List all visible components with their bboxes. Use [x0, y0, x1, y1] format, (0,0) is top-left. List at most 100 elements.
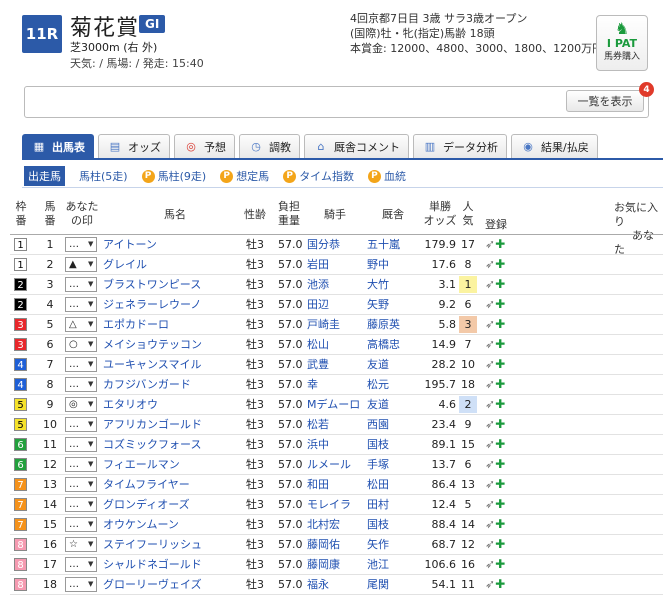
register-horse-icon[interactable]: ➶✚: [485, 255, 505, 274]
horse-name-link[interactable]: エタリオウ: [103, 395, 158, 414]
carried-weight: 57.0: [278, 238, 303, 251]
horse-name-link[interactable]: ジェネラーレウーノ: [103, 295, 201, 314]
popularity: 6: [464, 298, 472, 311]
race-meta-line: 4回京都7日目 3歳 サラ3歳オープン: [350, 12, 528, 25]
jockey-link[interactable]: 岩田: [307, 255, 329, 274]
trainer-link[interactable]: 国枝: [367, 435, 389, 454]
main-tabs: ▦ 出馬表 ▤ オッズ ◎ 予想 ◷ 調教 ⌂ 厩舎コメント ▥ データ分析 ◉ 結果/払戻: [22, 134, 598, 158]
trainer-link[interactable]: 松元: [367, 375, 389, 394]
jockey-link[interactable]: 戸崎圭: [307, 315, 340, 334]
tab-5[interactable]: ▥ データ分析: [413, 134, 507, 158]
subtab-0[interactable]: 出走馬: [24, 166, 65, 186]
jockey-link[interactable]: 北村宏: [307, 515, 340, 534]
horse-name-link[interactable]: カフジバンガード: [103, 375, 191, 394]
jockey-link[interactable]: 松若: [307, 415, 329, 434]
jockey-link[interactable]: 国分恭: [307, 235, 340, 254]
horse-name-link[interactable]: ユーキャンスマイル: [103, 355, 201, 374]
trainer-link[interactable]: 矢作: [367, 535, 389, 554]
win-odds: 28.2: [431, 358, 457, 371]
horse-name-link[interactable]: グロンディオーズ: [103, 495, 190, 514]
horse-name-link[interactable]: タイムフライヤー: [103, 475, 190, 494]
jockey-link[interactable]: 福永: [307, 575, 329, 594]
jockey-link[interactable]: 田辺: [307, 295, 329, 314]
jockey-link[interactable]: 藤岡佑: [307, 535, 340, 554]
horse-name-link[interactable]: エポカドーロ: [103, 315, 169, 334]
jockey-link[interactable]: モレイラ: [307, 495, 351, 514]
register-horse-icon[interactable]: ➶✚: [485, 275, 505, 294]
dropdown-arrow-icon: ▼: [88, 500, 94, 508]
register-horse-icon[interactable]: ➶✚: [485, 455, 505, 474]
trainer-link[interactable]: 松田: [367, 475, 389, 494]
trainer-link[interactable]: 友道: [367, 355, 389, 374]
jockey-link[interactable]: ルメール: [307, 455, 351, 474]
jockey-link[interactable]: Mデムーロ: [307, 395, 360, 414]
register-horse-icon[interactable]: ➶✚: [485, 515, 505, 534]
register-horse-icon[interactable]: ➶✚: [485, 235, 505, 254]
trainer-link[interactable]: 五十嵐: [367, 235, 400, 254]
trainer-link[interactable]: 大竹: [367, 275, 389, 294]
trainer-link[interactable]: 尾関: [367, 575, 389, 594]
horse-name-link[interactable]: グレイル: [103, 255, 147, 274]
register-horse-icon[interactable]: ➶✚: [485, 435, 505, 454]
trainer-link[interactable]: 西園: [367, 415, 389, 434]
subtab-5[interactable]: P 血統: [367, 168, 406, 184]
tab-2[interactable]: ◎ 予想: [174, 134, 235, 158]
jockey-link[interactable]: 幸: [307, 375, 318, 394]
col-waku: 枠番: [15, 200, 27, 227]
sex-age: 牡3: [246, 518, 264, 531]
trainer-link[interactable]: 国枝: [367, 515, 389, 534]
register-horse-icon[interactable]: ➶✚: [485, 535, 505, 554]
horse-number: 4: [46, 298, 54, 311]
trainer-link[interactable]: 高橋忠: [367, 335, 400, 354]
trainer-link[interactable]: 野中: [367, 255, 389, 274]
register-horse-icon[interactable]: ➶✚: [485, 555, 505, 574]
subtab-4[interactable]: P タイム指数: [283, 168, 354, 184]
jockey-link[interactable]: 浜中: [307, 435, 329, 454]
target-icon: ◎: [186, 140, 196, 153]
subtab-2[interactable]: P 馬柱(9走): [141, 168, 206, 184]
tab-label: 予想: [204, 140, 226, 154]
subtab-1[interactable]: 馬柱(5走): [79, 168, 128, 184]
register-horse-icon[interactable]: ➶✚: [485, 375, 505, 394]
register-horse-icon[interactable]: ➶✚: [485, 475, 505, 494]
register-horse-icon[interactable]: ➶✚: [485, 295, 505, 314]
trainer-link[interactable]: 藤原英: [367, 315, 400, 334]
horse-name-link[interactable]: ステイフーリッシュ: [103, 535, 202, 554]
horse-name-link[interactable]: フィエールマン: [103, 455, 180, 474]
horse-number: 6: [46, 338, 54, 351]
horse-name-link[interactable]: アフリカンゴールド: [103, 415, 202, 434]
horse-name-link[interactable]: グローリーヴェイズ: [103, 575, 202, 594]
register-horse-icon[interactable]: ➶✚: [485, 355, 505, 374]
register-horse-icon[interactable]: ➶✚: [485, 315, 505, 334]
tab-6[interactable]: ◉ 結果/払戻: [511, 134, 598, 158]
horse-name-link[interactable]: オウケンムーン: [103, 515, 179, 534]
trainer-link[interactable]: 友道: [367, 395, 389, 414]
horse-name-link[interactable]: メイショウテッコン: [103, 335, 202, 354]
trainer-link[interactable]: 矢野: [367, 295, 389, 314]
register-horse-icon[interactable]: ➶✚: [485, 415, 505, 434]
horse-name-link[interactable]: シャルドネゴールド: [103, 555, 202, 574]
register-horse-icon[interactable]: ➶✚: [485, 335, 505, 354]
horse-name-link[interactable]: アイトーン: [103, 235, 157, 254]
jockey-link[interactable]: 松山: [307, 335, 329, 354]
jockey-link[interactable]: 池添: [307, 275, 329, 294]
jockey-link[interactable]: 武豊: [307, 355, 329, 374]
register-horse-icon[interactable]: ➶✚: [485, 495, 505, 514]
subtab-label: 馬柱(5走): [79, 170, 128, 183]
trainer-link[interactable]: 田村: [367, 495, 389, 514]
show-list-button[interactable]: 一覧を表示: [566, 90, 644, 112]
tab-3[interactable]: ◷ 調教: [239, 134, 300, 158]
horse-name-link[interactable]: ブラストワンピース: [103, 275, 201, 294]
trainer-link[interactable]: 池江: [367, 555, 389, 574]
tab-4[interactable]: ⌂ 厩舎コメント: [304, 134, 409, 158]
jockey-link[interactable]: 藤岡康: [307, 555, 340, 574]
register-horse-icon[interactable]: ➶✚: [485, 575, 505, 594]
trainer-link[interactable]: 手塚: [367, 455, 389, 474]
register-horse-icon[interactable]: ➶✚: [485, 395, 505, 414]
ipat-button[interactable]: ♞ I PAT 馬券購入: [596, 15, 648, 71]
jockey-link[interactable]: 和田: [307, 475, 329, 494]
subtab-3[interactable]: P 想定馬: [220, 168, 269, 184]
tab-0[interactable]: ▦ 出馬表: [22, 134, 94, 158]
tab-1[interactable]: ▤ オッズ: [98, 134, 170, 158]
horse-name-link[interactable]: コズミックフォース: [103, 435, 201, 454]
